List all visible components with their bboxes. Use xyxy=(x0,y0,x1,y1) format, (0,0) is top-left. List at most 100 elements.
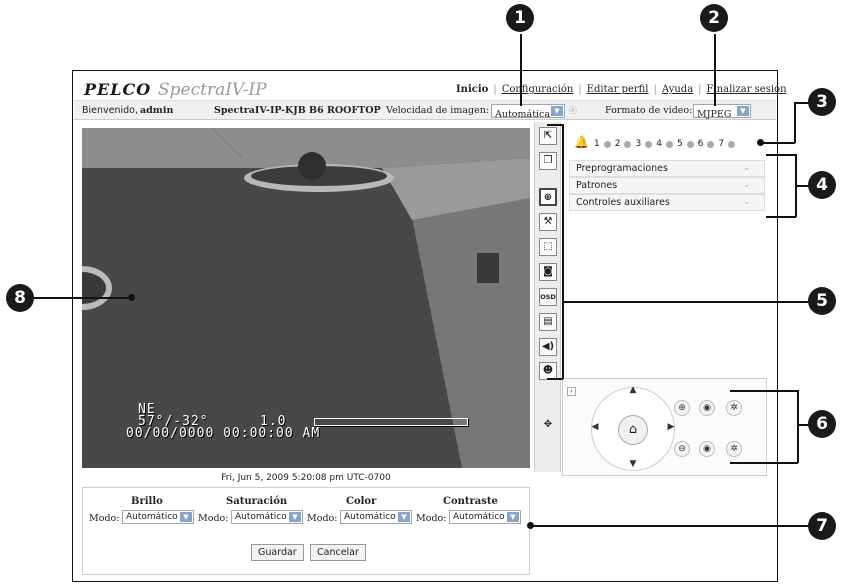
zoom-area-icon[interactable]: ⊕ xyxy=(539,188,557,206)
callout-leader xyxy=(562,301,812,303)
alarm-led-icon xyxy=(603,140,611,148)
nav-separator: | xyxy=(698,84,702,95)
callout-leader xyxy=(547,378,563,380)
alarm-number: 1 xyxy=(594,139,600,149)
nav-editar-perfil[interactable]: Editar perfil xyxy=(587,84,649,95)
alarm-led-icon xyxy=(707,140,715,148)
nav-ayuda[interactable]: Ayuda xyxy=(662,84,693,95)
callout-leader xyxy=(547,124,563,126)
chevron-down-icon: ▼ xyxy=(551,106,563,116)
chevron-down-icon: ⌄ xyxy=(743,163,750,172)
iris-open-icon[interactable]: ✲ xyxy=(726,400,742,416)
nav-inicio[interactable]: Inicio xyxy=(456,84,488,95)
home-icon[interactable]: ⌂ xyxy=(618,415,648,445)
callout-leader xyxy=(714,34,716,106)
video-format-select[interactable]: MJPEG ▼ xyxy=(693,104,751,120)
color-mode-select[interactable]: Automático ▼ xyxy=(340,510,412,524)
audio-icon[interactable]: ◀) xyxy=(539,338,557,356)
bell-icon: 🔔 xyxy=(574,135,589,149)
alarm-led-icon xyxy=(665,140,673,148)
alarm-number: 3 xyxy=(635,139,642,149)
alarm-led-icon xyxy=(645,140,653,148)
pan-down-button[interactable]: ▼ xyxy=(625,457,641,473)
mode-label: Modo: xyxy=(416,513,447,524)
alarm-led-icon xyxy=(686,140,694,148)
callout-leader xyxy=(730,390,798,392)
pan-right-button[interactable]: ▶ xyxy=(663,420,679,436)
contrast-title: Contraste xyxy=(443,496,498,507)
cancel-button[interactable]: Cancelar xyxy=(310,544,366,561)
callout-leader xyxy=(562,124,564,379)
accordion-patterns[interactable]: Patrones ⌄ xyxy=(569,177,765,194)
alarm-number: 6 xyxy=(697,139,704,149)
tools-icon[interactable]: ⚒ xyxy=(539,213,557,231)
callout-leader xyxy=(760,142,795,144)
contrast-mode-select[interactable]: Automático ▼ xyxy=(449,510,521,524)
accordion-label: Controles auxiliares xyxy=(576,197,670,208)
zoom-out-icon[interactable]: ⊖ xyxy=(674,441,690,457)
callout-leader xyxy=(797,390,799,463)
callout-3: 3 xyxy=(808,88,836,116)
video-feed[interactable]: NE 57°/-32° 1.0 00/00/0000 00:00:00 AM xyxy=(82,128,530,468)
callout-leader xyxy=(794,102,796,143)
frame-rate-select[interactable]: Automática ▼ xyxy=(491,104,565,120)
chevron-down-icon: ▼ xyxy=(398,512,410,522)
image-settings-panel: Brillo Saturación Color Contraste Modo: … xyxy=(82,487,530,575)
window-icon[interactable]: ❐ xyxy=(539,152,557,170)
chevron-down-icon: ▼ xyxy=(180,512,192,522)
nav-separator: | xyxy=(653,84,657,95)
focus-far-icon[interactable]: ◉ xyxy=(699,441,715,457)
accordion-aux-controls[interactable]: Controles auxiliares ⌄ xyxy=(569,194,765,211)
popout-icon[interactable]: ⇱ xyxy=(539,127,557,145)
osd-icon[interactable]: OSD xyxy=(539,288,557,306)
video-toolbar: ⇱ ❐ ⊕ ⚒ ⬚ ◙ OSD ▤ ◀) ☻ ✥ xyxy=(534,122,561,472)
callout-6: 6 xyxy=(808,410,836,438)
pan-left-button[interactable]: ◀ xyxy=(587,420,603,436)
focus-near-icon[interactable]: ◉ xyxy=(699,400,715,416)
callout-leader xyxy=(730,462,798,464)
video-timestamp: Fri, Jun 5, 2009 5:20:08 pm UTC-0700 xyxy=(221,473,391,483)
select-area-icon[interactable]: ⬚ xyxy=(539,238,557,256)
video-format-value: MJPEG xyxy=(697,109,732,120)
brightness-mode-select[interactable]: Automático ▼ xyxy=(122,510,194,524)
mode-label: Modo: xyxy=(307,513,338,524)
ptz-joystick-icon[interactable]: ✥ xyxy=(539,417,557,435)
color-title: Color xyxy=(346,496,377,507)
accordion-presets[interactable]: Preprogramaciones ⌄ xyxy=(569,160,765,177)
frame-rate-label: Velocidad de imagen: xyxy=(386,105,490,116)
pan-up-button[interactable]: ▲ xyxy=(625,383,641,399)
zoom-in-icon[interactable]: ⊕ xyxy=(674,400,690,416)
brightness-title: Brillo xyxy=(131,496,163,507)
select-value: Automático xyxy=(344,512,396,522)
alarm-number: 7 xyxy=(718,139,725,149)
callout-7: 7 xyxy=(808,512,836,540)
select-value: Automático xyxy=(453,512,505,522)
accordion-label: Patrones xyxy=(576,180,618,191)
osd-datetime: 00/00/0000 00:00:00 AM xyxy=(126,426,321,441)
info-bar: Bienvenido, admin SpectraIV-IP-KJB B6 RO… xyxy=(74,100,776,120)
nav-configuracion[interactable]: Configuración xyxy=(502,84,574,95)
save-button[interactable]: Guardar xyxy=(251,544,304,561)
nav-finalizar-sesion[interactable]: Finalizar sesión xyxy=(707,84,787,95)
callout-4: 4 xyxy=(808,171,836,199)
saturation-mode-select[interactable]: Automático ▼ xyxy=(231,510,303,524)
camera-name: SpectraIV-IP-KJB B6 ROOFTOP xyxy=(214,105,381,116)
callout-5: 5 xyxy=(808,287,836,315)
saturation-title: Saturación xyxy=(226,496,288,507)
iris-close-icon[interactable]: ✲ xyxy=(726,441,742,457)
callout-dot xyxy=(128,294,135,301)
select-value: Automático xyxy=(126,512,178,522)
chevron-down-icon: ▼ xyxy=(507,512,519,522)
histogram-icon[interactable]: ▤ xyxy=(539,313,557,331)
nav-separator: | xyxy=(578,84,582,95)
callout-dot xyxy=(757,139,764,146)
mode-label: Modo: xyxy=(89,513,120,524)
osd-zoom-bar xyxy=(314,418,468,426)
callout-leader xyxy=(766,216,796,218)
collapse-icon[interactable]: ‹ xyxy=(567,387,576,396)
nav-separator: | xyxy=(493,84,497,95)
control-accordion: Preprogramaciones ⌄ Patrones ⌄ Controles a… xyxy=(569,160,765,211)
help-icon[interactable]: ⓔ xyxy=(569,105,577,116)
callout-dot xyxy=(527,522,534,529)
snapshot-icon[interactable]: ◙ xyxy=(539,263,557,281)
